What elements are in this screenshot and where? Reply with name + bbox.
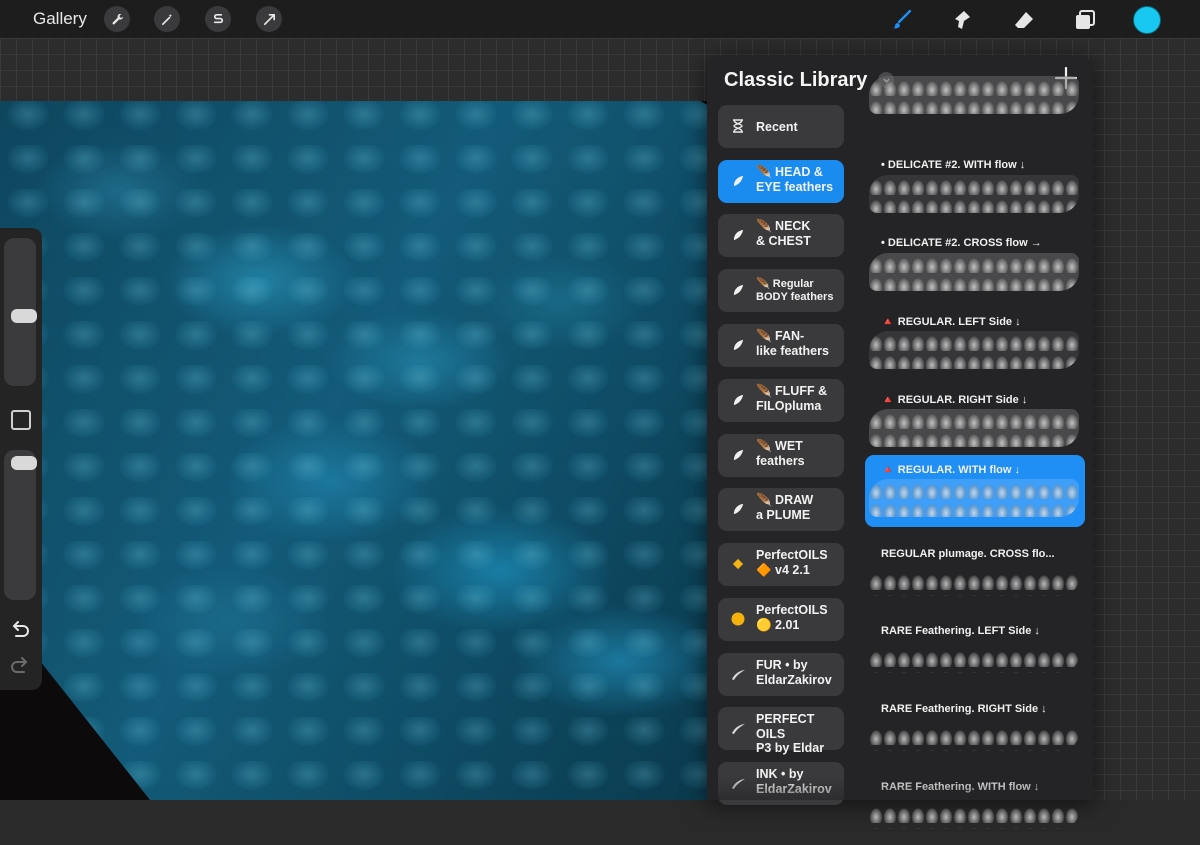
color-swatch[interactable] — [1133, 6, 1161, 34]
brush-stroke-preview — [869, 803, 1079, 829]
brush-stroke-preview — [869, 647, 1079, 673]
brush-stroke-preview — [869, 479, 1079, 517]
brush-name: 🔺 REGULAR. WITH flow ↓ — [881, 464, 1020, 476]
redo-icon[interactable] — [9, 654, 31, 676]
brush-stroke-preview — [869, 570, 1079, 596]
undo-icon[interactable] — [9, 618, 31, 640]
brush-item[interactable]: RARE Feathering. LEFT Side ↓ — [865, 617, 1085, 689]
brush-name: • DELICATE #2. CROSS flow → — [881, 237, 1042, 249]
stroke-icon — [730, 666, 746, 682]
brush-stroke-preview — [869, 409, 1079, 447]
brush-set-label: 🪶 FLUFF & FILOpluma — [756, 384, 828, 413]
top-toolbar: Gallery — [0, 0, 1200, 38]
brush-item[interactable]: 🔺 REGULAR. WITH flow ↓ — [865, 455, 1085, 527]
brush-icon[interactable] — [888, 6, 916, 34]
eraser-icon[interactable] — [1010, 6, 1038, 34]
brush-name: • DELICATE #2. WITH flow ↓ — [881, 159, 1026, 171]
brush-set-label: 🪶 FAN- like feathers — [756, 329, 829, 358]
selection-icon[interactable] — [205, 6, 231, 32]
brush-set-item[interactable]: Recent — [718, 105, 844, 148]
brush-name: 🔺 REGULAR. RIGHT Side ↓ — [881, 394, 1028, 406]
brush-name: RARE Feathering. LEFT Side ↓ — [881, 625, 1040, 637]
brush-name: REGULAR plumage. CROSS flo... — [881, 548, 1055, 560]
brush-set-label: PERFECT OILS P3 by Eldar — [756, 712, 825, 755]
brush-stroke-preview — [869, 175, 1079, 213]
brush-stroke-preview — [869, 76, 1079, 114]
square-icon[interactable] — [11, 410, 31, 430]
brush-set-label: FUR • by EldarZakirov — [756, 658, 832, 687]
brush-set-label: 🪶 DRAW a PLUME — [756, 493, 814, 522]
brush-set-item[interactable]: 🪶 WET feathers — [718, 434, 844, 477]
brush-stroke-preview — [869, 253, 1079, 291]
brush-name: 🔺 REGULAR. LEFT Side ↓ — [881, 316, 1021, 328]
feather-icon — [730, 282, 746, 298]
brush-stroke-preview — [869, 331, 1079, 369]
brush-item[interactable]: • DELICATE #2. CROSS flow → — [865, 229, 1085, 301]
brush-set-item[interactable]: 🪶 HEAD & EYE feathers — [718, 160, 844, 203]
brush-set-label: Recent — [756, 120, 798, 134]
brush-size-thumb[interactable] — [11, 309, 37, 323]
brush-set-item[interactable]: 🪶 FLUFF & FILOpluma — [718, 379, 844, 422]
opacity-thumb[interactable] — [11, 456, 37, 470]
brush-size-slider[interactable] — [4, 238, 37, 386]
panel-fade — [707, 776, 1093, 800]
circle-icon — [730, 611, 746, 627]
stroke-icon — [730, 720, 746, 736]
brush-item[interactable]: RARE Feathering. RIGHT Side ↓ — [865, 695, 1085, 767]
brush-set-item[interactable]: PerfectOILS 🟡 2.01 — [718, 598, 844, 641]
brush-item[interactable]: • DELICATE #2. WITH flow ↓ — [865, 151, 1085, 223]
feather-icon — [730, 173, 746, 189]
feather-icon — [730, 337, 746, 353]
brush-set-item[interactable]: FUR • by EldarZakirov — [718, 653, 844, 696]
gallery-button[interactable]: Gallery — [33, 9, 87, 29]
brush-set-item[interactable]: 🪶 FAN- like feathers — [718, 324, 844, 367]
diamond-icon — [730, 556, 746, 572]
brush-item[interactable]: 🔺 REGULAR. LEFT Side ↓ — [865, 307, 1085, 379]
hourglass-icon — [730, 118, 746, 134]
feather-icon — [730, 447, 746, 463]
opacity-slider[interactable] — [4, 450, 37, 600]
brush-set-label: 🪶 Regular BODY feathers — [756, 278, 834, 303]
brush-item[interactable]: 🔺 REGULAR. RIGHT Side ↓ — [865, 385, 1085, 457]
brush-set-item[interactable]: PERFECT OILS P3 by Eldar — [718, 707, 844, 755]
brush-set-label: 🪶 NECK & CHEST — [756, 219, 811, 248]
wrench-icon[interactable] — [104, 6, 130, 32]
feather-icon — [730, 392, 746, 408]
brush-item[interactable] — [865, 52, 1085, 124]
brush-set-label: PerfectOILS 🟡 2.01 — [756, 603, 828, 632]
brush-item[interactable]: REGULAR plumage. CROSS flo... — [865, 540, 1085, 612]
brush-set-label: 🪶 WET feathers — [756, 439, 805, 468]
feather-icon — [730, 227, 746, 243]
brush-set-label: PerfectOILS 🔶 v4 2.1 — [756, 548, 828, 577]
brush-set-item[interactable]: PerfectOILS 🔶 v4 2.1 — [718, 543, 844, 586]
brush-library-panel: Classic Library Recent 🪶 HEAD & EYE feath… — [707, 56, 1093, 829]
brush-set-item[interactable]: 🪶 DRAW a PLUME — [718, 488, 844, 531]
brush-name: RARE Feathering. RIGHT Side ↓ — [881, 703, 1047, 715]
layers-icon[interactable] — [1071, 6, 1099, 34]
brush-set-item[interactable]: 🪶 NECK & CHEST — [718, 214, 844, 257]
library-title[interactable]: Classic Library — [724, 69, 867, 92]
brush-stroke-preview — [869, 725, 1079, 751]
transform-icon[interactable] — [256, 6, 282, 32]
brush-set-item[interactable]: 🪶 Regular BODY feathers — [718, 269, 844, 312]
smudge-icon[interactable] — [948, 6, 976, 34]
left-sidebar — [0, 228, 42, 690]
feather-icon — [730, 501, 746, 517]
magic-wand-icon[interactable] — [154, 6, 180, 32]
brush-set-label: 🪶 HEAD & EYE feathers — [756, 165, 834, 194]
